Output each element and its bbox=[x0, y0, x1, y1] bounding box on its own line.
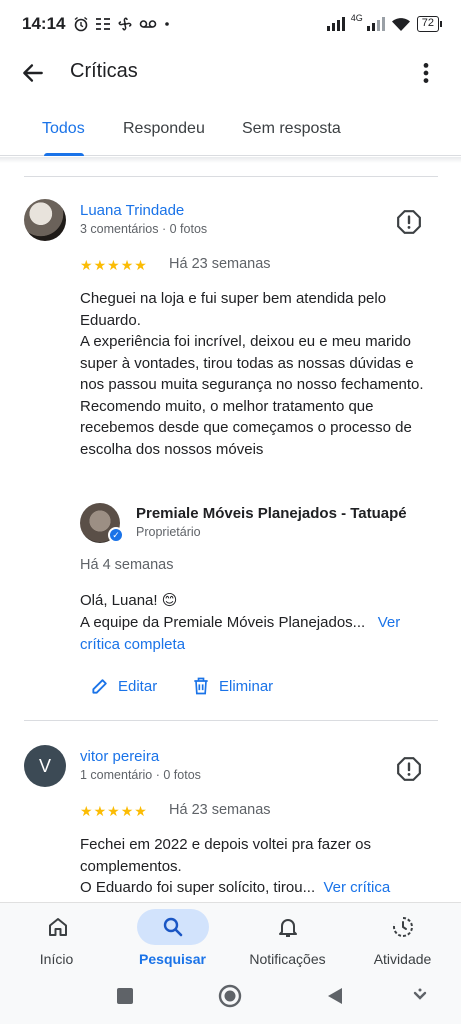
pencil-icon bbox=[92, 679, 107, 694]
star-rating: ★ ★ ★ ★ ★ bbox=[80, 804, 147, 818]
star-icon: ★ bbox=[93, 803, 107, 819]
tab-indicator bbox=[44, 153, 84, 156]
tab-todos[interactable]: Todos bbox=[42, 120, 85, 138]
nav-inicio[interactable]: Início bbox=[0, 903, 115, 979]
nav-label: Atividade bbox=[373, 951, 432, 967]
review-text: Fechei em 2022 e depois voltei pra fazer… bbox=[80, 834, 432, 899]
more-vert-icon[interactable] bbox=[413, 60, 439, 86]
back-triangle-icon[interactable] bbox=[325, 986, 345, 1006]
reviewer-meta: 3 comentários · 0 fotos bbox=[80, 222, 208, 236]
battery-indicator: 72 bbox=[416, 16, 443, 32]
home-icon bbox=[49, 918, 67, 936]
nav-label: Início bbox=[39, 951, 74, 967]
star-icon: ★ bbox=[107, 257, 120, 273]
network-type: 4G bbox=[350, 13, 363, 23]
divider bbox=[24, 176, 438, 177]
reply-body: A equipe da Premiale Móveis Planejados..… bbox=[80, 614, 366, 631]
nav-label: Notificações bbox=[249, 951, 326, 967]
star-icon: ★ bbox=[107, 803, 120, 819]
star-icon: ★ bbox=[120, 257, 134, 273]
reply-greeting: Olá, Luana! 😊 bbox=[80, 592, 178, 609]
recents-icon[interactable] bbox=[116, 987, 134, 1005]
status-bar: 14:14 4G 72 bbox=[0, 0, 461, 48]
bottom-nav: Início Pesquisar Notificações Atividade bbox=[0, 902, 461, 978]
tab-respondeu[interactable]: Respondeu bbox=[123, 120, 205, 138]
signal-2-icon bbox=[366, 17, 385, 31]
edit-button[interactable]: Editar bbox=[90, 676, 157, 696]
page-title: Críticas bbox=[70, 60, 138, 82]
tab-shadow bbox=[0, 157, 461, 163]
review-time: Há 23 semanas bbox=[169, 256, 271, 272]
app-bar: Críticas bbox=[0, 48, 461, 98]
nav-pesquisar[interactable]: Pesquisar bbox=[115, 903, 230, 979]
delete-button[interactable]: Eliminar bbox=[191, 676, 273, 696]
fan-icon bbox=[119, 17, 132, 31]
tasks-icon bbox=[96, 18, 111, 30]
star-icon: ★ bbox=[134, 803, 147, 819]
divider bbox=[24, 720, 438, 721]
see-review-link[interactable]: Ver crítica bbox=[323, 879, 390, 896]
star-rating: ★ ★ ★ ★ ★ bbox=[80, 258, 147, 272]
nav-label: Pesquisar bbox=[139, 951, 206, 967]
review-text: Cheguei na loja e fui super bem atendida… bbox=[80, 290, 424, 458]
verified-icon: ✓ bbox=[108, 527, 124, 543]
reviewer-meta: 1 comentário · 0 fotos bbox=[80, 768, 201, 782]
tab-sem-resposta[interactable]: Sem resposta bbox=[242, 120, 341, 138]
voicemail-icon bbox=[140, 20, 157, 28]
report-icon[interactable] bbox=[396, 756, 422, 782]
bell-icon bbox=[279, 919, 297, 937]
reply-text: A equipe da Premiale Móveis Planejados..… bbox=[80, 612, 440, 655]
chevron-down-icon[interactable] bbox=[412, 988, 428, 1004]
owner-role: Proprietário bbox=[136, 525, 201, 539]
reply-time: Há 4 semanas bbox=[80, 557, 174, 573]
nav-notificacoes[interactable]: Notificações bbox=[230, 903, 345, 979]
arrow-left-icon[interactable] bbox=[20, 60, 46, 86]
review-time: Há 23 semanas bbox=[169, 802, 271, 818]
tab-bar: Todos Respondeu Sem resposta bbox=[0, 100, 461, 156]
avatar[interactable] bbox=[24, 199, 66, 241]
signal-icon bbox=[326, 17, 345, 31]
reviewer-name[interactable]: Luana Trindade bbox=[80, 202, 184, 219]
activity-icon bbox=[393, 917, 413, 937]
star-icon: ★ bbox=[80, 803, 93, 819]
search-icon bbox=[163, 917, 183, 937]
owner-name: Premiale Móveis Planejados - Tatuapé bbox=[136, 505, 407, 522]
star-icon: ★ bbox=[134, 257, 147, 273]
wifi-icon bbox=[391, 18, 410, 31]
star-icon: ★ bbox=[93, 257, 107, 273]
trash-icon bbox=[194, 677, 208, 695]
home-button-icon[interactable] bbox=[218, 984, 242, 1008]
nav-atividade[interactable]: Atividade bbox=[345, 903, 460, 979]
avatar[interactable]: V bbox=[24, 745, 66, 787]
alarm-icon bbox=[75, 16, 88, 32]
delete-label: Eliminar bbox=[219, 677, 274, 695]
status-time: 14:14 bbox=[22, 14, 66, 33]
reviewer-name[interactable]: vitor pereira bbox=[80, 748, 159, 765]
star-icon: ★ bbox=[120, 803, 134, 819]
star-icon: ★ bbox=[80, 257, 93, 273]
dot-icon bbox=[165, 22, 170, 26]
report-icon[interactable] bbox=[396, 209, 422, 235]
notification-icons bbox=[73, 16, 171, 32]
edit-label: Editar bbox=[118, 677, 158, 695]
system-nav bbox=[0, 978, 461, 1024]
